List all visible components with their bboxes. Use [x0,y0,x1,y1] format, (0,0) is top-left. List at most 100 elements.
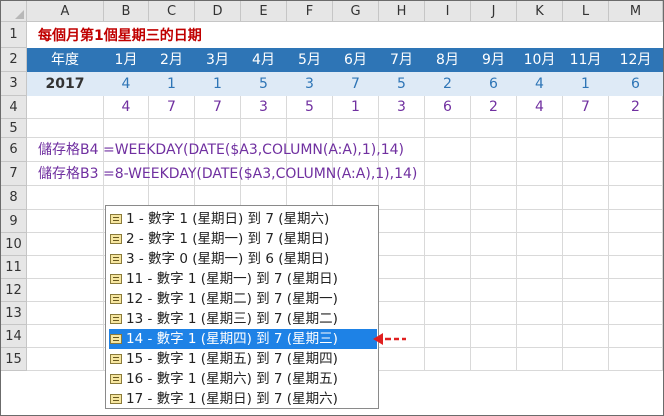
empty-cell[interactable] [425,186,471,210]
header-cell-month[interactable]: 3月 [195,48,241,72]
empty-cell[interactable] [379,348,425,371]
formula-note-b4[interactable]: 儲存格B4 =WEEKDAY(DATE($A3,COLUMN(A:A),1),1… [38,138,404,162]
column-header-b[interactable]: B [104,1,149,22]
cell-weekday-number[interactable]: 4 [517,96,563,119]
empty-cell[interactable] [425,233,471,256]
empty-cell[interactable] [27,119,104,138]
row-header-6[interactable]: 6 [1,138,27,162]
empty-cell[interactable] [609,233,663,256]
cell-weekday-number[interactable]: 3 [379,96,425,119]
function-argument-dropdown[interactable]: 1 - 數字 1 (星期日) 到 7 (星期六) 2 - 數字 1 (星期一) 到… [105,205,379,409]
empty-cell[interactable] [609,302,663,325]
row-header-14[interactable]: 14 [1,325,27,348]
empty-cell[interactable] [471,119,517,138]
empty-cell[interactable] [563,186,609,210]
empty-cell[interactable] [379,119,425,138]
empty-cell[interactable] [471,302,517,325]
row-header-7[interactable]: 7 [1,162,27,186]
empty-cell[interactable] [609,186,663,210]
empty-cell[interactable] [517,233,563,256]
row-header-3[interactable]: 3 [1,72,27,96]
empty-cell[interactable] [517,325,563,348]
empty-cell[interactable] [563,256,609,279]
cell-empty[interactable] [27,96,104,119]
empty-cell[interactable] [563,302,609,325]
row-header-4[interactable]: 4 [1,96,27,119]
empty-cell[interactable] [379,233,425,256]
cell-weekday-number[interactable]: 7 [195,96,241,119]
empty-cell[interactable] [471,256,517,279]
row-header-9[interactable]: 9 [1,210,27,233]
empty-cell[interactable] [471,210,517,233]
formula-note-b3[interactable]: 儲存格B3 =8-WEEKDAY(DATE($A3,COLUMN(A:A),1)… [38,162,417,186]
empty-cell[interactable] [563,233,609,256]
row-header-12[interactable]: 12 [1,279,27,302]
empty-cell[interactable] [379,256,425,279]
empty-cell[interactable] [425,256,471,279]
empty-cell[interactable] [27,325,104,348]
row-header-1[interactable]: 1 [1,22,27,48]
cell-weekday-number[interactable]: 3 [241,96,287,119]
empty-cell[interactable] [471,325,517,348]
empty-cell[interactable] [241,119,287,138]
column-header-d[interactable]: D [195,1,241,22]
empty-cell[interactable] [27,279,104,302]
cell-weekday-number[interactable]: 6 [425,96,471,119]
cell-wednesday-date[interactable]: 3 [287,72,333,96]
empty-cell[interactable] [471,162,517,186]
empty-cell[interactable] [27,302,104,325]
header-cell-month[interactable]: 7月 [379,48,425,72]
column-header-e[interactable]: E [241,1,287,22]
empty-cell[interactable] [104,119,149,138]
sheet-title[interactable]: 每個月第1個星期三的日期 [38,24,202,48]
cell-wednesday-date[interactable]: 1 [563,72,609,96]
empty-cell[interactable] [425,138,471,162]
empty-cell[interactable] [27,210,104,233]
cell-weekday-number[interactable]: 2 [471,96,517,119]
cell-wednesday-date[interactable]: 4 [104,72,149,96]
empty-cell[interactable] [425,348,471,371]
column-header-k[interactable]: K [517,1,563,22]
header-cell-year[interactable]: 年度 [27,48,104,72]
header-cell-month[interactable]: 2月 [149,48,195,72]
empty-cell[interactable] [379,210,425,233]
cell-weekday-number[interactable]: 5 [287,96,333,119]
row-header-8[interactable]: 8 [1,186,27,210]
empty-cell[interactable] [563,119,609,138]
empty-cell[interactable] [563,210,609,233]
empty-cell[interactable] [517,302,563,325]
empty-cell[interactable] [287,119,333,138]
column-header-g[interactable]: G [333,1,379,22]
empty-cell[interactable] [517,119,563,138]
empty-cell[interactable] [517,162,563,186]
cell-weekday-number[interactable]: 4 [104,96,149,119]
empty-cell[interactable] [517,186,563,210]
empty-cell[interactable] [609,210,663,233]
column-header-a[interactable]: A [27,1,104,22]
column-header-l[interactable]: L [563,1,609,22]
empty-cell[interactable] [609,138,663,162]
empty-cell[interactable] [149,119,195,138]
empty-cell[interactable] [563,348,609,371]
empty-cell[interactable] [27,186,104,210]
header-cell-month[interactable]: 9月 [471,48,517,72]
header-cell-month[interactable]: 4月 [241,48,287,72]
row-header-13[interactable]: 13 [1,302,27,325]
empty-cell[interactable] [609,348,663,371]
header-cell-month[interactable]: 10月 [517,48,563,72]
empty-cell[interactable] [609,162,663,186]
cell-wednesday-date[interactable]: 1 [195,72,241,96]
empty-cell[interactable] [517,256,563,279]
header-cell-month[interactable]: 6月 [333,48,379,72]
empty-cell[interactable] [563,138,609,162]
empty-cell[interactable] [609,119,663,138]
empty-cell[interactable] [609,279,663,302]
empty-cell[interactable] [425,210,471,233]
row-header-15[interactable]: 15 [1,348,27,371]
empty-cell[interactable] [471,186,517,210]
empty-cell[interactable] [471,138,517,162]
dropdown-option[interactable]: 14 - 數字 1 (星期四) 到 7 (星期三) [109,329,377,349]
empty-cell[interactable] [471,233,517,256]
empty-cell[interactable] [471,279,517,302]
cell-weekday-number[interactable]: 7 [563,96,609,119]
